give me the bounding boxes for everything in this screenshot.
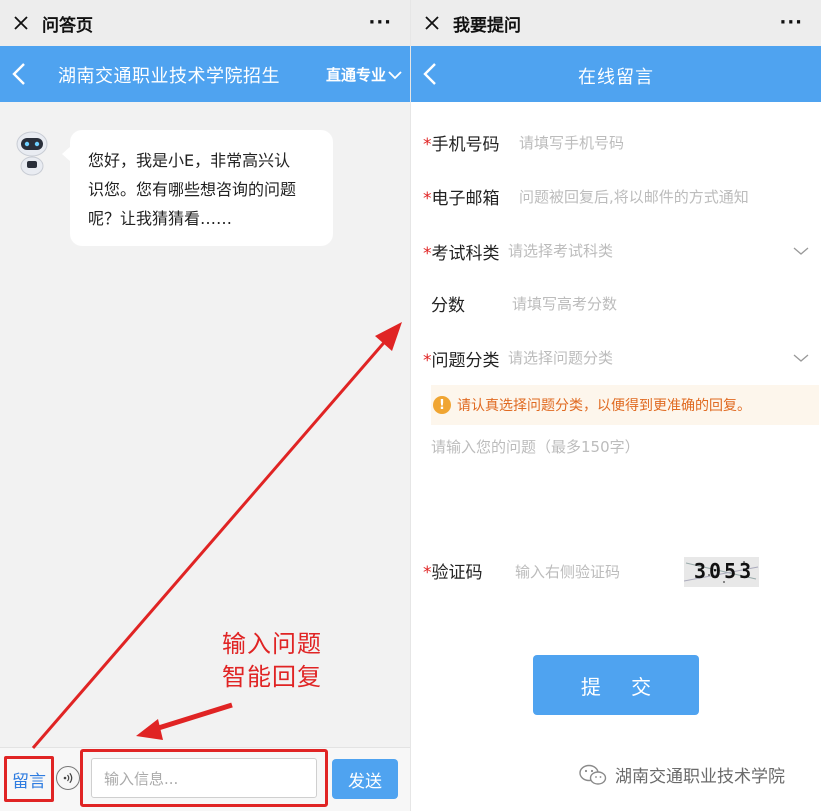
window-title: 我要提问 — [453, 15, 521, 36]
voice-icon[interactable] — [56, 766, 80, 790]
category-notice: ! 请认真选择问题分类，以便得到更准确的回复。 — [431, 385, 819, 425]
major-menu-dropdown[interactable]: 直通专业 — [326, 64, 402, 85]
question-category-label: *问题分类 — [423, 351, 500, 371]
submit-button[interactable]: 提 交 — [533, 655, 699, 715]
required-mark: * — [423, 135, 432, 155]
exam-category-label: *考试科类 — [423, 244, 500, 264]
more-menu-button[interactable]: ··· — [779, 12, 803, 33]
robot-avatar-icon — [12, 130, 52, 178]
annotation-line: 智能回复 — [222, 663, 322, 691]
watermark-text: 湖南交通职业技术学院 — [615, 767, 785, 787]
major-menu-label: 直通专业 — [325, 66, 386, 84]
chevron-down-icon — [793, 354, 809, 362]
back-arrow-icon[interactable] — [12, 62, 26, 90]
question-textarea[interactable]: 请输入您的问题（最多150字） — [431, 436, 640, 457]
captcha-input[interactable]: 输入右侧验证码 — [515, 561, 620, 582]
window-title: 问答页 — [42, 15, 93, 36]
captcha-image[interactable]: 3053 — [684, 557, 759, 587]
email-input[interactable]: 问题被回复后,将以邮件的方式通知 — [519, 186, 749, 207]
chat-title: 湖南交通职业技术学院招生 — [58, 66, 280, 87]
score-input[interactable]: 请填写高考分数 — [512, 293, 617, 314]
leave-message-link[interactable]: 留言 — [4, 756, 54, 802]
message-line: 您好，我是小E，非常高兴认 — [88, 151, 291, 170]
arrow-to-form-head — [375, 322, 402, 351]
notice-text: 请认真选择问题分类，以便得到更准确的回复。 — [457, 398, 751, 414]
arrow-to-input-head — [136, 719, 163, 740]
required-mark: * — [423, 563, 432, 583]
send-button[interactable]: 发送 — [332, 759, 398, 799]
page-title: 在线留言 — [578, 67, 654, 88]
info-icon: ! — [433, 396, 451, 414]
annotation-line: 输入问题 — [222, 630, 322, 658]
wechat-icon — [579, 764, 607, 785]
close-icon[interactable] — [411, 15, 453, 31]
message-line: 识您。您有哪些想咨询的问题 — [88, 180, 297, 199]
message-input[interactable]: 输入信息... — [91, 758, 317, 798]
chevron-down-icon — [388, 70, 402, 79]
arrow-to-form — [31, 337, 390, 749]
message-line: 呢？让我猜猜看…… — [88, 209, 233, 228]
leave-message-page: 我要提问 ··· 在线留言 *手机号码 请填写手机号码 *电子邮箱 问题被回复后… — [411, 0, 821, 811]
required-mark: * — [423, 351, 432, 371]
more-menu-button[interactable]: ··· — [368, 12, 392, 33]
annotation-arrows — [31, 322, 402, 749]
captcha-label: *验证码 — [423, 563, 483, 583]
annotation-text: 输入问题 智能回复 — [222, 628, 322, 694]
account-watermark: 湖南交通职业技术学院 — [579, 762, 785, 787]
title-bar: 问答页 ··· — [0, 0, 410, 46]
chat-page: 问答页 ··· 湖南交通职业技术学院招生 直通专业 您好，我是小E，非常高兴认 … — [0, 0, 410, 811]
form-header: 在线留言 — [411, 46, 821, 102]
exam-category-select[interactable]: 请选择考试科类 — [508, 240, 613, 261]
captcha-text: 3053 — [694, 559, 755, 583]
chevron-down-icon — [793, 247, 809, 255]
chat-header: 湖南交通职业技术学院招生 直通专业 — [0, 46, 410, 102]
close-icon[interactable] — [0, 15, 42, 31]
title-bar: 我要提问 ··· — [411, 0, 821, 46]
required-mark: * — [423, 244, 432, 264]
email-label: *电子邮箱 — [423, 189, 500, 209]
arrow-to-input — [151, 702, 233, 733]
phone-input[interactable]: 请填写手机号码 — [519, 132, 624, 153]
score-label: 分数 — [431, 296, 465, 316]
question-category-select[interactable]: 请选择问题分类 — [508, 347, 613, 368]
required-mark: * — [423, 189, 432, 209]
message-input-highlight: 输入信息... — [80, 749, 328, 807]
phone-label: *手机号码 — [423, 135, 500, 155]
bot-message-bubble: 您好，我是小E，非常高兴认 识您。您有哪些想咨询的问题 呢？让我猜猜看…… — [62, 130, 333, 246]
